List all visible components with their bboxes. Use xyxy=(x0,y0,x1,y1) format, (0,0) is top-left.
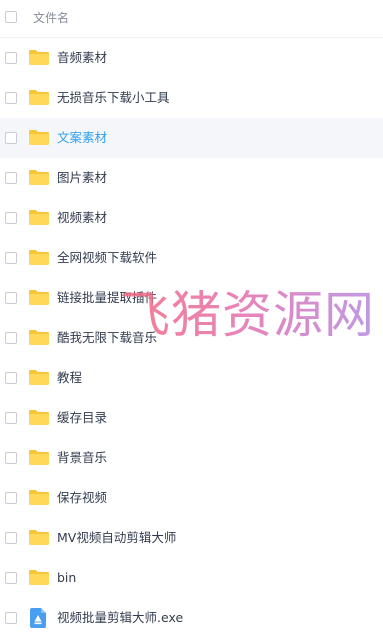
folder-icon xyxy=(29,370,49,385)
file-name-link[interactable]: 保存视频 xyxy=(57,489,107,507)
file-row[interactable]: 音频素材 xyxy=(0,38,383,78)
file-name-link[interactable]: 背景音乐 xyxy=(57,449,107,467)
folder-icon xyxy=(29,490,49,505)
row-checkbox[interactable] xyxy=(5,572,17,584)
row-checkbox[interactable] xyxy=(5,492,17,504)
row-checkbox[interactable] xyxy=(5,332,17,344)
file-row[interactable]: 缓存目录 xyxy=(0,398,383,438)
file-name-link[interactable]: MV视频自动剪辑大师 xyxy=(57,529,176,547)
file-name-link[interactable]: 链接批量提取插件 xyxy=(57,289,157,307)
folder-icon xyxy=(29,410,49,425)
select-all-checkbox[interactable] xyxy=(5,11,17,23)
row-checkbox[interactable] xyxy=(5,212,17,224)
file-row[interactable]: 链接批量提取插件 xyxy=(0,278,383,318)
row-checkbox[interactable] xyxy=(5,292,17,304)
row-checkbox[interactable] xyxy=(5,52,17,64)
file-row[interactable]: 背景音乐 xyxy=(0,438,383,478)
folder-icon xyxy=(29,130,49,145)
folder-icon xyxy=(29,250,49,265)
folder-icon xyxy=(29,50,49,65)
file-name-link[interactable]: 缓存目录 xyxy=(57,409,107,427)
folder-icon xyxy=(29,90,49,105)
folder-icon xyxy=(29,210,49,225)
file-name-link[interactable]: bin xyxy=(57,569,76,587)
folder-icon xyxy=(29,290,49,305)
file-row[interactable]: 视频批量剪辑大师.exe xyxy=(0,598,383,638)
file-name-link[interactable]: 图片素材 xyxy=(57,169,107,187)
file-row[interactable]: 文案素材 xyxy=(0,118,383,158)
file-name-link[interactable]: 视频素材 xyxy=(57,209,107,227)
file-name-link[interactable]: 文案素材 xyxy=(57,129,107,147)
folder-icon xyxy=(29,450,49,465)
folder-icon xyxy=(29,330,49,345)
file-row[interactable]: 视频素材 xyxy=(0,198,383,238)
row-checkbox[interactable] xyxy=(5,612,17,624)
row-checkbox[interactable] xyxy=(5,252,17,264)
file-row[interactable]: 全网视频下载软件 xyxy=(0,238,383,278)
file-list-header: 文件名 xyxy=(0,0,383,38)
file-name-link[interactable]: 全网视频下载软件 xyxy=(57,249,157,267)
row-checkbox[interactable] xyxy=(5,372,17,384)
exe-file-icon xyxy=(30,608,46,628)
file-name-link[interactable]: 教程 xyxy=(57,369,82,387)
file-row[interactable]: bin xyxy=(0,558,383,598)
file-row[interactable]: 教程 xyxy=(0,358,383,398)
row-checkbox[interactable] xyxy=(5,132,17,144)
row-checkbox[interactable] xyxy=(5,412,17,424)
folder-icon xyxy=(29,530,49,545)
column-header-filename[interactable]: 文件名 xyxy=(33,9,69,27)
folder-icon xyxy=(29,570,49,585)
file-row[interactable]: MV视频自动剪辑大师 xyxy=(0,518,383,558)
file-row[interactable]: 图片素材 xyxy=(0,158,383,198)
file-row[interactable]: 酷我无限下载音乐 xyxy=(0,318,383,358)
folder-icon xyxy=(29,170,49,185)
file-name-link[interactable]: 音频素材 xyxy=(57,49,107,67)
row-checkbox[interactable] xyxy=(5,92,17,104)
file-row[interactable]: 无损音乐下载小工具 xyxy=(0,78,383,118)
file-name-link[interactable]: 无损音乐下载小工具 xyxy=(57,89,170,107)
file-row[interactable]: 保存视频 xyxy=(0,478,383,518)
row-checkbox[interactable] xyxy=(5,172,17,184)
file-name-link[interactable]: 酷我无限下载音乐 xyxy=(57,329,157,347)
row-checkbox[interactable] xyxy=(5,532,17,544)
file-name-link[interactable]: 视频批量剪辑大师.exe xyxy=(57,609,183,627)
row-checkbox[interactable] xyxy=(5,452,17,464)
